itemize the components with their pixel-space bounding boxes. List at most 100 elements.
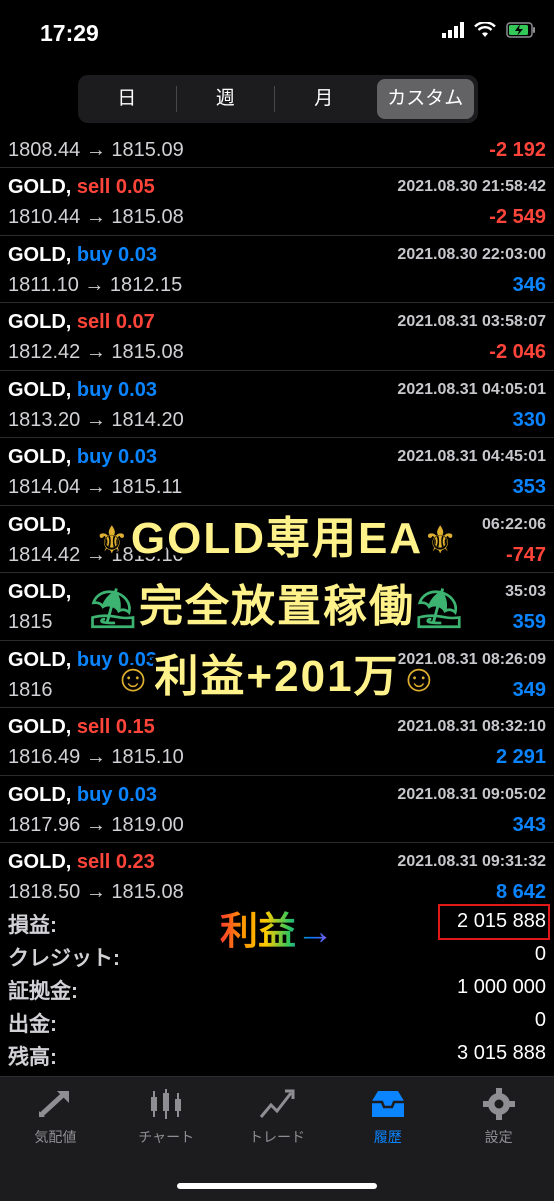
period-segmented-control: 日 週 月 カスタム <box>78 75 478 123</box>
trade-prices: 1818.50 → 1815.08 <box>8 881 184 902</box>
trade-side-lots: buy 0.03 <box>76 378 157 401</box>
trade-profit: -2 549 <box>489 206 546 228</box>
overlay-line-3: ☺利益+201万☺ <box>0 640 554 704</box>
trade-datetime: 2021.08.30 21:58:42 <box>397 178 546 195</box>
summary-value: 0 <box>534 943 546 965</box>
gear-icon <box>482 1088 515 1120</box>
overlay-subtitle: 完全放置稼働 <box>139 582 415 631</box>
trade-prices: 1813.20 → 1814.20 <box>8 408 184 431</box>
summary-label: 出金: <box>8 1013 57 1036</box>
trend-icon <box>259 1089 295 1118</box>
trade-header: GOLD, sell 0.23 <box>8 851 155 874</box>
trade-prices: 1811.10 → 1812.15 <box>8 273 183 296</box>
summary-label: クレジット: <box>8 947 120 970</box>
trade-prices: 1817.96 → 1819.00 <box>8 813 184 836</box>
trade-datetime: 2021.08.31 04:05:01 <box>397 380 546 398</box>
trade-prices: 1808.44 → 1815.09 <box>8 139 184 161</box>
trade-datetime: 2021.08.31 03:58:07 <box>397 313 546 330</box>
trade-row[interactable]: GOLD, sell 0.07 2021.08.31 03:58:07 1812.4… <box>0 303 554 371</box>
trade-side-lots: sell 0.05 <box>76 176 155 198</box>
trade-profit: -2 192 <box>489 139 546 161</box>
status-time: 17:29 <box>40 20 99 46</box>
status-bar: 17:29 <box>0 0 554 66</box>
trade-symbol: GOLD, <box>8 243 72 266</box>
overlay-line-2: ⛱完全放置稼働⛱ <box>0 570 554 634</box>
summary-value: 1 000 000 <box>457 976 546 998</box>
trade-profit: 2 291 <box>495 746 546 768</box>
summary-label: 損益: <box>8 914 57 937</box>
segment-day[interactable]: 日 <box>78 79 176 119</box>
money-face-icon: ☺ <box>399 658 441 700</box>
trade-side-lots: sell 0.23 <box>76 851 155 873</box>
tab-label: チャート <box>138 1129 195 1145</box>
trade-header: GOLD, sell 0.05 <box>8 176 155 199</box>
trade-profit: 330 <box>512 408 546 431</box>
trade-profit: -2 046 <box>489 341 546 363</box>
trade-row[interactable]: 1808.44 → 1815.09 -2 192 <box>0 131 554 168</box>
island-icon: ⛱ <box>415 588 466 630</box>
trade-prices: 1816.49 → 1815.10 <box>8 746 184 768</box>
trade-side-lots: buy 0.03 <box>76 783 157 806</box>
tab-label: 気配値 <box>34 1129 77 1145</box>
summary-value: 3 015 888 <box>457 1042 546 1064</box>
trade-row[interactable]: GOLD, sell 0.15 2021.08.31 08:32:10 1816.4… <box>0 708 554 776</box>
overlay-profit: 利益+201万 <box>154 652 400 701</box>
summary-value: 2 015 888 <box>457 910 546 932</box>
trade-profit: 343 <box>512 813 546 836</box>
summary-value: 0 <box>534 1009 546 1031</box>
trade-symbol: GOLD, <box>8 378 72 401</box>
trade-datetime: 2021.08.31 09:31:32 <box>397 853 546 870</box>
signal-icon <box>442 22 464 38</box>
trade-prices: 1814.04 → 1815.11 <box>8 476 183 498</box>
segment-week[interactable]: 週 <box>177 79 275 119</box>
segment-custom[interactable]: カスタム <box>376 79 474 119</box>
trade-header: GOLD, buy 0.03 <box>8 446 157 469</box>
trade-datetime: 2021.08.30 22:03:00 <box>397 245 546 263</box>
wifi-icon <box>474 22 496 37</box>
inbox-icon <box>371 1091 404 1117</box>
trade-side-lots: sell 0.07 <box>76 311 155 333</box>
summary-label: 証拠金: <box>8 980 78 1003</box>
trade-datetime: 2021.08.31 09:05:02 <box>397 785 546 803</box>
trade-symbol: GOLD, <box>8 851 72 873</box>
trade-header: GOLD, sell 0.07 <box>8 311 155 334</box>
battery-charging-icon <box>506 22 535 38</box>
trade-header: GOLD, sell 0.15 <box>8 716 155 739</box>
trade-row[interactable]: GOLD, buy 0.03 2021.08.31 04:45:01 1814.04… <box>0 438 554 506</box>
trade-profit: 346 <box>512 273 546 296</box>
tab-label: トレード <box>248 1129 305 1145</box>
tab-quotes[interactable]: 気配値 <box>0 1077 111 1201</box>
trade-symbol: GOLD, <box>8 716 72 738</box>
account-summary: 損益: 2 015 888 クレジット: 0 証拠金: 1 000 000 出金… <box>0 904 554 1071</box>
trade-datetime: 2021.08.31 08:32:10 <box>397 718 546 735</box>
trade-header: GOLD, buy 0.03 <box>8 244 157 267</box>
fleur-de-lis-icon: ⚜ <box>423 520 460 562</box>
segment-month[interactable]: 月 <box>275 79 373 119</box>
trade-row[interactable]: GOLD, sell 0.05 2021.08.30 21:58:42 1810.4… <box>0 168 554 236</box>
summary-deposit: 証拠金: 1 000 000 <box>0 972 554 1005</box>
trade-row[interactable]: GOLD, sell 0.23 2021.08.31 09:31:32 1818.5… <box>0 843 554 902</box>
candles-icon <box>151 1089 182 1119</box>
trade-header: GOLD, buy 0.03 <box>8 784 157 807</box>
trade-profit: 8 642 <box>495 881 546 902</box>
summary-withdrawal: 出金: 0 <box>0 1005 554 1038</box>
trade-symbol: GOLD, <box>8 446 72 468</box>
trade-prices: 1812.42 → 1815.08 <box>8 341 184 363</box>
trade-side-lots: buy 0.03 <box>76 243 157 266</box>
trade-prices: 1810.44 → 1815.08 <box>8 206 184 228</box>
overlay-title: GOLD専用EA <box>130 514 424 563</box>
summary-profit: 損益: 2 015 888 <box>0 904 554 940</box>
trade-row[interactable]: GOLD, buy 0.03 2021.08.30 22:03:00 1811.10… <box>0 236 554 303</box>
trade-row[interactable]: GOLD, buy 0.03 2021.08.31 09:05:02 1817.96… <box>0 776 554 843</box>
summary-credit: クレジット: 0 <box>0 939 554 972</box>
summary-label: 残高: <box>8 1046 57 1069</box>
tab-settings[interactable]: 設定 <box>443 1077 554 1201</box>
trade-header: GOLD, buy 0.03 <box>8 379 157 402</box>
fleur-de-lis-icon: ⚜ <box>94 520 131 562</box>
trade-symbol: GOLD, <box>8 783 72 806</box>
money-face-icon: ☺ <box>113 658 155 700</box>
trade-side-lots: buy 0.03 <box>76 446 157 468</box>
trade-row[interactable]: GOLD, buy 0.03 2021.08.31 04:05:01 1813.20… <box>0 371 554 438</box>
tab-label: 履歴 <box>373 1129 402 1145</box>
overlay-line-1: ⚜GOLD専用EA⚜ <box>0 502 554 566</box>
